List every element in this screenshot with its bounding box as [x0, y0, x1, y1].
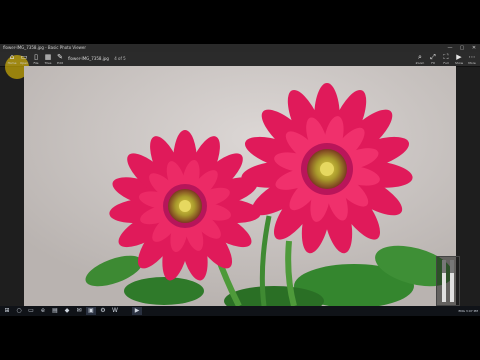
start-icon[interactable]: ⊞ [2, 307, 12, 315]
grid-icon: ▦ [44, 53, 52, 61]
zoom-button[interactable]: ⌕ Zoom [414, 53, 426, 65]
home-icon: ⌂ [9, 53, 15, 61]
more-button[interactable]: ⋯ More [466, 53, 478, 65]
more-icon: ⋯ [468, 53, 476, 61]
volume-level-left[interactable] [442, 273, 446, 302]
minimize-button[interactable]: — [444, 44, 456, 52]
taskbar: ⊞ ○ ▭ e ▤ ◆ ✉ ▣ ⚙ W ▶ ENG 3:07 PM [0, 306, 480, 316]
flower-photo [24, 66, 456, 306]
title-bar: flower-IMG_7358.jpg - Basic Photo Viewer… [0, 44, 480, 52]
file-path: flower-IMG_7358.jpg 4 of 5 [68, 56, 126, 61]
slideshow-label: Show [454, 61, 464, 65]
file-name: flower-IMG_7358.jpg [68, 56, 109, 61]
tiles-button[interactable]: ▦ Tiles [42, 53, 54, 65]
zoom-icon: ⌕ [418, 53, 422, 61]
fit-label: Fit [431, 61, 435, 65]
edge-icon[interactable]: e [38, 307, 48, 315]
taskview-icon[interactable]: ▭ [26, 307, 36, 315]
maximize-button[interactable]: ▢ [456, 44, 468, 52]
fit-button[interactable]: ⤢ Fit [427, 53, 439, 65]
open-label: Open [19, 61, 28, 65]
toolbar: ⌂ Home ▭ Open ▯ File ▦ Tiles ✎ Edit flow… [0, 52, 480, 79]
photo-display[interactable] [24, 66, 456, 306]
window-title: flower-IMG_7358.jpg - Basic Photo Viewer [3, 45, 87, 50]
mail-icon[interactable]: ✉ [74, 307, 84, 315]
photo-viewer-window: flower-IMG_7358.jpg - Basic Photo Viewer… [0, 44, 480, 306]
settings-icon[interactable]: ⚙ [98, 307, 108, 315]
search-icon[interactable]: ○ [14, 307, 24, 315]
more-label: More [468, 61, 476, 65]
home-label: Home [7, 61, 17, 65]
photos-icon[interactable]: ▣ [86, 307, 96, 315]
open-button[interactable]: ▭ Open [18, 53, 30, 65]
close-button[interactable]: ✕ [468, 44, 480, 52]
volume-level-right[interactable] [450, 273, 454, 302]
fullscreen-button[interactable]: ⛶ Full [440, 53, 452, 65]
image-counter: 4 of 5 [114, 56, 126, 61]
edit-label: Edit [57, 61, 63, 65]
system-tray[interactable]: ENG 3:07 PM [458, 306, 478, 316]
zoom-label: Zoom [415, 61, 425, 65]
word-icon[interactable]: W [110, 307, 120, 315]
edit-icon: ✎ [57, 53, 63, 61]
media-icon[interactable]: ▶ [132, 307, 142, 315]
fit-icon: ⤢ [430, 53, 436, 61]
file-button[interactable]: ▯ File [30, 53, 42, 65]
store-icon[interactable]: ◆ [62, 307, 72, 315]
window-controls: — ▢ ✕ [444, 44, 480, 52]
tiles-label: Tiles [44, 61, 52, 65]
home-button[interactable]: ⌂ Home [6, 53, 18, 65]
explorer-icon[interactable]: ▤ [50, 307, 60, 315]
document-icon: ▯ [34, 53, 38, 61]
fullscreen-icon: ⛶ [443, 53, 449, 61]
slideshow-icon: ▶ [456, 53, 462, 61]
file-label: File [33, 61, 39, 65]
folder-icon: ▭ [20, 53, 28, 61]
edit-button[interactable]: ✎ Edit [54, 53, 66, 65]
slideshow-button[interactable]: ▶ Show [453, 53, 465, 65]
volume-overlay[interactable] [436, 256, 460, 306]
fullscreen-label: Full [443, 61, 449, 65]
